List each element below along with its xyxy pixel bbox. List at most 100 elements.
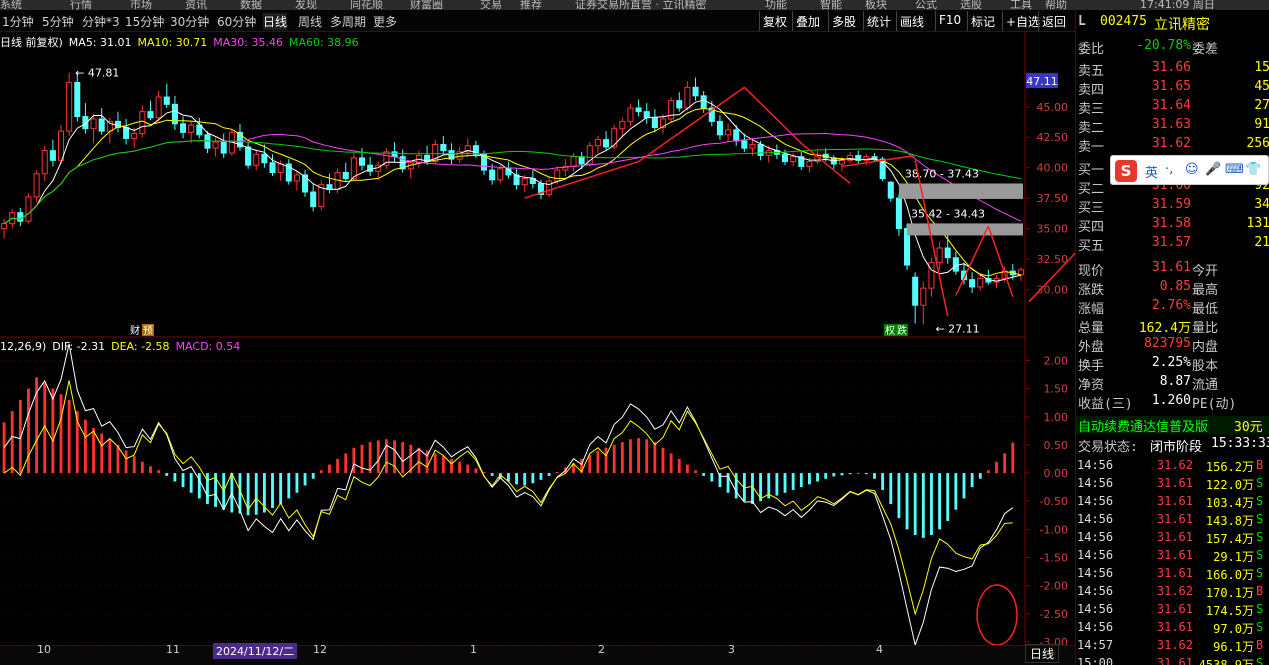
toolbar-button[interactable]: 画线 [896, 11, 927, 31]
toolbar-button[interactable]: 复权 [759, 11, 790, 31]
ime-item[interactable]: ·, [1165, 162, 1173, 177]
period-tab[interactable]: 多周期 [330, 13, 366, 30]
menu-item[interactable]: 数据 [240, 0, 262, 10]
menu-item[interactable]: 同花顺 [350, 0, 383, 10]
toolbar-button[interactable]: +自选 [1002, 11, 1043, 31]
trend-drawing-line[interactable] [987, 225, 1014, 297]
bid-row[interactable]: 买四 31.58 131 [1076, 216, 1269, 235]
stat-row: 外盘 823795 内盘 [1076, 336, 1269, 355]
candle-body [212, 141, 219, 149]
ad-banner[interactable]: 自动续费通达信普及版 30元 [1076, 416, 1269, 435]
sogou-ime-icon[interactable]: S [1115, 160, 1137, 182]
period-tab[interactable]: 1分钟 [2, 13, 34, 30]
period-tab[interactable]: 30分钟 [170, 13, 209, 30]
menu-item[interactable]: 板块 [865, 0, 887, 10]
candle-body [594, 139, 601, 147]
toolbar-button[interactable]: 返回 [1038, 11, 1069, 31]
ime-toolbar[interactable]: S 英 ·, ☺ 🎤 ⌨ 👕 [1110, 155, 1269, 185]
trend-drawing-line[interactable] [743, 86, 802, 144]
menu-item[interactable]: 资讯 [185, 0, 207, 10]
stock-header: L 002475 立讯精密 [1076, 14, 1269, 34]
tick-price: 31.62 [1156, 458, 1193, 472]
stat-value: 8.87 [1159, 374, 1191, 389]
candle-body [489, 169, 496, 181]
menu-item[interactable]: 行情 [70, 0, 92, 10]
menu-item[interactable]: 工具 [1010, 0, 1032, 10]
ask-row[interactable]: 卖三 31.64 27 [1076, 98, 1269, 117]
period-tab[interactable]: 更多 [373, 13, 397, 30]
candle-body [521, 178, 528, 186]
toolbar-button[interactable]: 统计 [863, 11, 894, 31]
tick-flag: B [1256, 638, 1264, 652]
menu-item[interactable]: 系统 [0, 0, 22, 10]
menu-item[interactable]: 选股 [960, 0, 982, 10]
tick-volume: 156.2万 [1205, 460, 1254, 474]
ime-item[interactable]: ☺ [1185, 162, 1199, 177]
menu-item[interactable]: 发现 [295, 0, 317, 10]
menu-item[interactable]: 交易 [480, 0, 502, 10]
macd-label: 1.00 [1044, 411, 1069, 424]
menu-item[interactable]: 功能 [765, 0, 787, 10]
event-badge-text: 财 [130, 324, 140, 337]
period-tab[interactable]: 周线 [298, 13, 322, 30]
menu-item[interactable]: 智能 [820, 0, 842, 10]
toolbar-button[interactable]: 标记 [967, 11, 998, 31]
menu-item[interactable]: 帮助 [1045, 0, 1067, 10]
bid-label: 买三 [1078, 201, 1105, 216]
kline-chart[interactable]: 45.00 42.50 40.00 37.50 35.00 32.50 3 0.00 47.11… [0, 32, 1075, 665]
ask-row[interactable]: 卖一 31.62 256 [1076, 136, 1269, 155]
candle-body [1, 223, 8, 230]
ask-row[interactable]: 卖二 31.63 91 [1076, 117, 1269, 136]
time-axis-label: 12 [313, 643, 327, 656]
period-indicator[interactable]: 日线 [1024, 644, 1059, 663]
toolbar-button[interactable]: F10 [935, 11, 964, 31]
tick-price: 31.61 [1156, 512, 1193, 526]
menu-item[interactable]: 公式 [915, 0, 937, 10]
toolbar-button[interactable]: 多股 [828, 11, 859, 31]
tick-price: 31.61 [1156, 620, 1193, 634]
menu-item[interactable]: 17:41:09 周日 [1140, 0, 1215, 10]
candle-body [180, 123, 187, 133]
ask-row[interactable]: 卖五 31.66 15 [1076, 60, 1269, 79]
stat-label: 净资 [1078, 378, 1105, 393]
candle-body [188, 124, 195, 133]
macd-label: -2.50 [1040, 608, 1068, 621]
tick-time: 14:56 [1077, 566, 1114, 580]
price-label: 42.50 [1037, 131, 1069, 144]
candle-body [98, 118, 105, 132]
ime-item[interactable]: 英 [1145, 162, 1158, 181]
stock-name: 立讯精密 [1154, 17, 1210, 33]
period-tab[interactable]: 5分钟 [42, 13, 74, 30]
period-tab[interactable]: 15分钟 [125, 13, 164, 30]
ime-item[interactable]: ⌨ [1225, 162, 1244, 177]
candle-body [277, 163, 284, 174]
chart-toolbar: 1分钟 5分钟 分钟*3 15分钟 30分钟 60分钟 日线 周线 多周期 更多 复权 叠加 多股 统计画… [0, 10, 1075, 32]
period-tab[interactable]: 分钟*3 [82, 13, 120, 30]
period-tab[interactable]: 日线 [263, 13, 288, 30]
toolbar-button[interactable]: 叠加 [792, 11, 823, 31]
stat-label: 总量 [1078, 321, 1105, 336]
circle-annotation[interactable] [976, 584, 1018, 646]
candle-body [342, 172, 349, 180]
ime-item[interactable]: 👕 [1245, 162, 1261, 177]
candle-body [245, 146, 252, 166]
candle-body [139, 111, 146, 135]
ad-text: 自动续费通达信普及版 [1078, 420, 1209, 435]
ask-row[interactable]: 卖四 31.65 45 [1076, 79, 1269, 98]
bid-label: 买二 [1078, 182, 1105, 197]
ime-item[interactable]: 🎤 [1205, 162, 1221, 177]
tick-row: 14:56 31.62 170.1万 B [1076, 584, 1269, 602]
period-tab[interactable]: 60分钟 [217, 13, 256, 30]
candle-body [611, 128, 618, 148]
menu-item[interactable]: 财富圈 [410, 0, 443, 10]
menu-item[interactable]: 推荐 [520, 0, 542, 10]
menu-item[interactable]: 证券交易所直营 · 立讯精密 [575, 0, 707, 10]
menu-item[interactable]: 市场 [130, 0, 152, 10]
tick-volume: 166.0万 [1205, 568, 1254, 582]
bid-row[interactable]: 买五 31.57 21 [1076, 235, 1269, 254]
candle-body [261, 153, 268, 164]
bid-row[interactable]: 买三 31.59 34 [1076, 197, 1269, 216]
ad-price: 30元 [1234, 420, 1263, 435]
candle-body [253, 153, 260, 166]
time-axis-label: 2 [598, 643, 605, 656]
